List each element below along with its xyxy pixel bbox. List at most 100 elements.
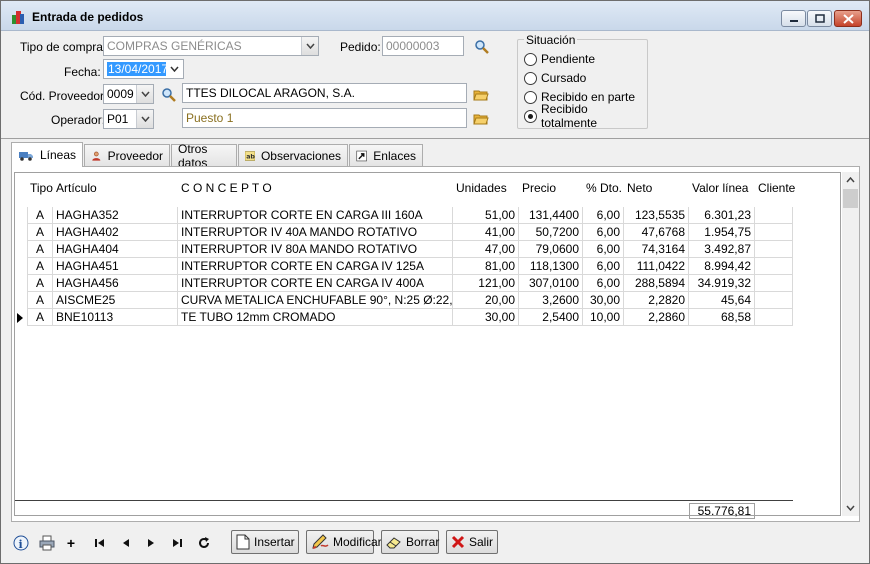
refresh-button[interactable] xyxy=(195,534,213,552)
chevron-down-icon[interactable] xyxy=(846,505,855,511)
operador-code-combo[interactable]: P01 xyxy=(103,109,154,129)
radio-circle-checked[interactable] xyxy=(524,109,537,123)
folder-icon[interactable] xyxy=(473,87,489,103)
operador-dropdown-button[interactable] xyxy=(136,110,153,128)
table-cell[interactable]: INTERRUPTOR IV 40A MANDO ROTATIVO xyxy=(178,224,453,241)
table-cell[interactable]: 6,00 xyxy=(583,258,624,275)
grid-column-header[interactable]: Neto xyxy=(627,173,652,201)
table-cell[interactable]: A xyxy=(27,309,53,326)
fecha-dropdown-button[interactable] xyxy=(166,60,183,78)
table-cell[interactable]: 50,7200 xyxy=(519,224,583,241)
table-cell[interactable]: 45,64 xyxy=(689,292,755,309)
salir-button[interactable]: Salir xyxy=(446,530,498,554)
tab-enlaces[interactable]: Enlaces xyxy=(349,144,423,166)
last-record-button[interactable] xyxy=(168,534,186,552)
table-cell[interactable]: 3,2600 xyxy=(519,292,583,309)
table-row[interactable]: A HAGHA456 INTERRUPTOR CORTE EN CARGA IV 4… xyxy=(15,275,793,292)
table-cell[interactable]: 1.954,75 xyxy=(689,224,755,241)
table-cell[interactable]: 6,00 xyxy=(583,207,624,224)
table-cell[interactable]: INTERRUPTOR CORTE EN CARGA IV 125A xyxy=(178,258,453,275)
table-cell[interactable] xyxy=(755,275,793,292)
radio-pendiente[interactable]: Pendiente xyxy=(524,51,595,67)
table-cell[interactable]: 79,0600 xyxy=(519,241,583,258)
table-cell[interactable]: INTERRUPTOR IV 80A MANDO ROTATIVO xyxy=(178,241,453,258)
tipo-compra-combo[interactable]: COMPRAS GENÉRICAS xyxy=(103,36,319,56)
borrar-button[interactable]: Borrar xyxy=(381,530,439,554)
table-cell[interactable]: 6.301,23 xyxy=(689,207,755,224)
grid-column-header[interactable]: Valor línea xyxy=(692,173,748,201)
table-cell[interactable] xyxy=(755,207,793,224)
close-button[interactable] xyxy=(834,10,862,27)
table-cell[interactable]: CURVA METALICA ENCHUFABLE 90°, N:25 Ø:22… xyxy=(178,292,453,309)
table-cell[interactable]: 10,00 xyxy=(583,309,624,326)
table-cell[interactable]: 34.919,32 xyxy=(689,275,755,292)
grid-vertical-scrollbar[interactable] xyxy=(842,172,859,516)
pedido-field[interactable]: 00000003 xyxy=(382,36,464,56)
grid-column-header[interactable]: Cliente xyxy=(758,173,795,201)
grid-column-header[interactable]: Tipo xyxy=(30,173,53,201)
table-cell[interactable]: 121,00 xyxy=(453,275,519,292)
table-cell[interactable]: INTERRUPTOR CORTE EN CARGA III 160A xyxy=(178,207,453,224)
operador-name-field[interactable]: Puesto 1 xyxy=(182,108,467,128)
table-row[interactable]: A BNE10113 TE TUBO 12mm CROMADO 30,00 2,5400… xyxy=(15,309,793,326)
table-cell[interactable]: 68,58 xyxy=(689,309,755,326)
add-record-button[interactable]: + xyxy=(62,534,80,552)
table-cell[interactable]: 30,00 xyxy=(453,309,519,326)
table-cell[interactable]: 3.492,87 xyxy=(689,241,755,258)
table-cell[interactable]: A xyxy=(27,241,53,258)
table-cell[interactable]: HAGHA456 xyxy=(53,275,178,292)
tab-proveedor[interactable]: Proveedor xyxy=(84,144,170,166)
table-cell[interactable]: 131,4400 xyxy=(519,207,583,224)
table-cell[interactable]: 111,0422 xyxy=(624,258,689,275)
table-cell[interactable]: BNE10113 xyxy=(53,309,178,326)
table-cell[interactable]: HAGHA404 xyxy=(53,241,178,258)
table-row[interactable]: A HAGHA451 INTERRUPTOR CORTE EN CARGA IV 1… xyxy=(15,258,793,275)
table-cell[interactable]: HAGHA451 xyxy=(53,258,178,275)
table-cell[interactable]: 123,5535 xyxy=(624,207,689,224)
table-cell[interactable]: 6,00 xyxy=(583,224,624,241)
radio-circle[interactable] xyxy=(524,52,537,66)
order-lines-grid[interactable]: Tipo Artículo C O N C E P T O Unidades Preci… xyxy=(14,172,841,519)
maximize-button[interactable] xyxy=(807,10,832,27)
table-cell[interactable]: 2,2820 xyxy=(624,292,689,309)
table-row[interactable]: A HAGHA402 INTERRUPTOR IV 40A MANDO ROTATI… xyxy=(15,224,793,241)
table-cell[interactable]: 47,00 xyxy=(453,241,519,258)
grid-column-header[interactable]: C O N C E P T O xyxy=(181,173,272,201)
table-row[interactable]: A HAGHA352 INTERRUPTOR CORTE EN CARGA III … xyxy=(15,207,793,224)
table-cell[interactable] xyxy=(755,241,793,258)
table-cell[interactable] xyxy=(755,292,793,309)
table-cell[interactable]: 47,6768 xyxy=(624,224,689,241)
table-cell[interactable]: HAGHA402 xyxy=(53,224,178,241)
table-cell[interactable]: 20,00 xyxy=(453,292,519,309)
first-record-button[interactable] xyxy=(91,534,109,552)
table-cell[interactable] xyxy=(755,224,793,241)
grid-column-header[interactable]: Artículo xyxy=(56,173,97,201)
table-cell[interactable]: 51,00 xyxy=(453,207,519,224)
grid-column-header[interactable]: Precio xyxy=(522,173,556,201)
insertar-button[interactable]: Insertar xyxy=(231,530,299,554)
radio-recibido-totalmente[interactable]: Recibido totalmente xyxy=(524,102,647,130)
tab-otros-datos[interactable]: Otros datos xyxy=(171,142,237,170)
radio-cursado[interactable]: Cursado xyxy=(524,70,586,86)
grid-column-header[interactable]: % Dto. xyxy=(586,173,622,201)
minimize-button[interactable] xyxy=(781,10,806,27)
print-button[interactable] xyxy=(38,534,56,552)
table-cell[interactable]: 41,00 xyxy=(453,224,519,241)
proveedor-code-combo[interactable]: 0009 xyxy=(103,84,154,104)
folder-icon[interactable] xyxy=(473,111,489,127)
tab-lineas[interactable]: Líneas xyxy=(11,142,83,167)
table-cell[interactable]: 30,00 xyxy=(583,292,624,309)
table-cell[interactable]: A xyxy=(27,224,53,241)
table-cell[interactable]: 118,1300 xyxy=(519,258,583,275)
table-cell[interactable]: INTERRUPTOR CORTE EN CARGA IV 400A xyxy=(178,275,453,292)
table-cell[interactable]: TE TUBO 12mm CROMADO xyxy=(178,309,453,326)
table-cell[interactable]: HAGHA352 xyxy=(53,207,178,224)
fecha-date-picker[interactable]: 13/04/2017 xyxy=(103,59,184,79)
proveedor-dropdown-button[interactable] xyxy=(136,85,153,103)
table-cell[interactable] xyxy=(755,258,793,275)
table-cell[interactable]: 2,2860 xyxy=(624,309,689,326)
table-cell[interactable]: 6,00 xyxy=(583,275,624,292)
tab-observaciones[interactable]: ab Observaciones xyxy=(238,144,348,166)
modificar-button[interactable]: Modificar xyxy=(306,530,382,554)
search-icon[interactable] xyxy=(474,39,490,55)
